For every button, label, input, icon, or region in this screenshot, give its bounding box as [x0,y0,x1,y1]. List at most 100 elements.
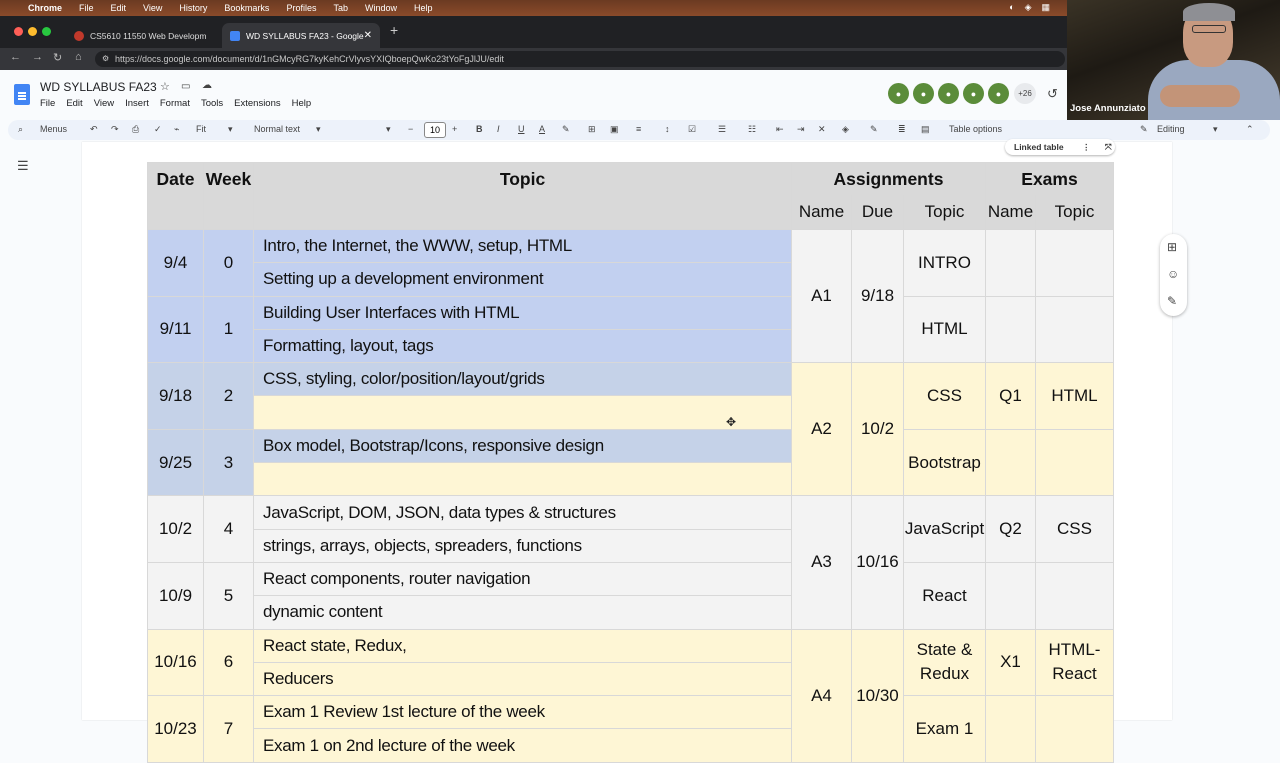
home-icon[interactable]: ⌂ [75,51,82,63]
document-title[interactable]: WD SYLLABUS FA23 [40,80,157,94]
cell-week[interactable]: 6 [203,628,254,697]
cell-topic[interactable]: JavaScript, DOM, JSON, data types & stru… [253,495,792,530]
chevron-down-icon[interactable]: ▾ [316,124,321,135]
emoji-reaction-icon[interactable]: ☺ [1167,267,1179,281]
cell-assignment-name[interactable]: A4 [791,628,852,763]
print-icon[interactable]: ⎙ [132,124,139,135]
paragraph-style-select[interactable]: Normal text [254,124,300,134]
italic-icon[interactable]: I [497,124,500,134]
decrease-indent-icon[interactable]: ⇤ [776,124,784,135]
paint-format-icon[interactable]: ⌁ [174,124,179,135]
cell-assignment-due[interactable]: 10/2 [851,362,904,497]
insert-comment-icon[interactable]: ⊞ [588,124,596,135]
cloud-status-icon[interactable]: ☁ [202,80,212,91]
cell-assignment-topic[interactable]: React [903,561,986,630]
more-collaborators-badge[interactable]: +26 [1014,83,1036,104]
cell-assignment-topic[interactable]: JavaScript [903,495,986,563]
status-shield-icon[interactable]: ◈ [1025,2,1032,13]
avatar[interactable]: ● [938,83,959,104]
cell-date[interactable]: 9/18 [147,362,204,430]
cell-week[interactable]: 3 [203,428,254,497]
header-exam-topic[interactable]: Topic [1035,195,1114,230]
cell-assignment-name[interactable]: A3 [791,495,852,630]
cell-exam-name[interactable] [985,428,1036,497]
cell-assignment-due[interactable]: 9/18 [851,228,904,364]
cell-exam-topic[interactable]: HTML [1035,362,1114,430]
insert-image-icon[interactable]: ▣ [610,124,619,135]
header-assignment-due[interactable]: Due [851,195,904,230]
chevron-down-icon[interactable]: ▾ [1213,124,1218,135]
cell-assignment-topic[interactable]: Exam 1 [903,695,986,763]
redo-icon[interactable]: ↷ [111,124,119,135]
cell-topic[interactable]: Box model, Bootstrap/Icons, responsive d… [253,428,792,464]
cell-week[interactable]: 5 [203,561,254,630]
avatar[interactable]: ● [963,83,984,104]
google-docs-logo-icon[interactable] [14,84,30,105]
cell-topic[interactable] [253,462,792,497]
cell-date[interactable]: 9/25 [147,428,204,497]
cell-date[interactable]: 10/16 [147,628,204,697]
highlight-icon[interactable]: ✎ [562,124,570,135]
cell-assignment-topic[interactable]: INTRO [903,229,986,297]
spellcheck-icon[interactable]: ✓ [154,124,162,135]
header-exam-name[interactable]: Name [985,195,1036,230]
cell-assignment-topic[interactable]: CSS [903,362,986,430]
cell-topic[interactable]: Formatting, layout, tags [253,328,792,364]
cell-assignment-topic[interactable]: Bootstrap [903,428,986,497]
chevron-down-icon[interactable]: ▾ [386,124,391,135]
zoom-window-button[interactable] [42,27,51,36]
increase-font-size-icon[interactable]: + [452,124,457,134]
cell-exam-name[interactable]: Q1 [985,362,1036,430]
cell-exam-name[interactable]: X1 [985,628,1036,697]
menu-window[interactable]: Window [365,3,397,13]
cell-topic[interactable]: Setting up a development environment [253,262,792,297]
new-tab-icon[interactable]: + [390,22,398,38]
unpin-icon[interactable]: ⤧ [1105,142,1112,152]
status-grid-icon[interactable]: ▦ [1041,2,1050,13]
star-icon[interactable]: ☆ [160,80,170,93]
cell-exam-topic[interactable] [1035,695,1114,763]
site-info-icon[interactable]: ⚙ [102,51,109,67]
header-exams[interactable]: Exams [985,162,1114,195]
more-vert-icon[interactable]: ⋮ [1082,142,1091,152]
header-week[interactable]: Week [203,162,254,195]
cell-exam-name[interactable]: Q2 [985,495,1036,563]
header-topic[interactable]: Topic [253,162,792,195]
move-folder-icon[interactable]: ▭ [181,81,190,92]
numbered-list-icon[interactable]: ☷ [748,124,756,135]
cell-assignment-topic[interactable]: State & Redux [903,628,986,697]
cell-exam-topic[interactable] [1035,295,1114,364]
docs-menu-format[interactable]: Format [160,98,190,109]
menu-help[interactable]: Help [414,3,433,13]
header-assignments[interactable]: Assignments [791,162,986,195]
cell-exam-topic[interactable]: CSS [1035,495,1114,563]
undo-icon[interactable]: ↶ [90,124,98,135]
status-circle-icon[interactable]: ◐ [1009,2,1014,13]
font-size-input[interactable]: 10 [424,122,446,138]
cell-week[interactable]: 0 [203,229,254,297]
cell-exam-topic[interactable] [1035,229,1114,297]
text-color-icon[interactable]: A [539,124,545,134]
forward-arrow-icon[interactable]: → [32,51,43,63]
cell-topic[interactable]: React state, Redux, [253,628,792,663]
cell-assignment-topic[interactable]: HTML [903,295,986,364]
cell-topic[interactable]: React components, router navigation [253,561,792,597]
docs-menu-file[interactable]: File [40,98,55,109]
cell-assignment-due[interactable]: 10/16 [851,495,904,630]
docs-menu-insert[interactable]: Insert [125,98,149,109]
close-window-button[interactable] [14,27,23,36]
cell-assignment-name[interactable]: A1 [791,228,852,364]
zoom-select[interactable]: Fit [196,124,206,134]
menu-bookmarks[interactable]: Bookmarks [224,3,269,13]
cell-date[interactable]: 9/4 [147,229,204,297]
pencil-icon[interactable]: ✎ [1140,124,1148,135]
syllabus-table[interactable]: Date Week Topic Assignments Exams Name D… [147,162,1114,763]
cell-topic[interactable]: Building User Interfaces with HTML [253,295,792,330]
close-tab-icon[interactable]: ✕ [364,30,372,41]
docs-menu-edit[interactable]: Edit [66,98,82,109]
bulleted-list-icon[interactable]: ☰ [718,124,726,135]
docs-menu-view[interactable]: View [94,98,114,109]
docs-menu-extensions[interactable]: Extensions [234,98,280,109]
cell-exam-name[interactable] [985,295,1036,364]
search-menus-icon[interactable]: ⌕ [18,124,23,135]
